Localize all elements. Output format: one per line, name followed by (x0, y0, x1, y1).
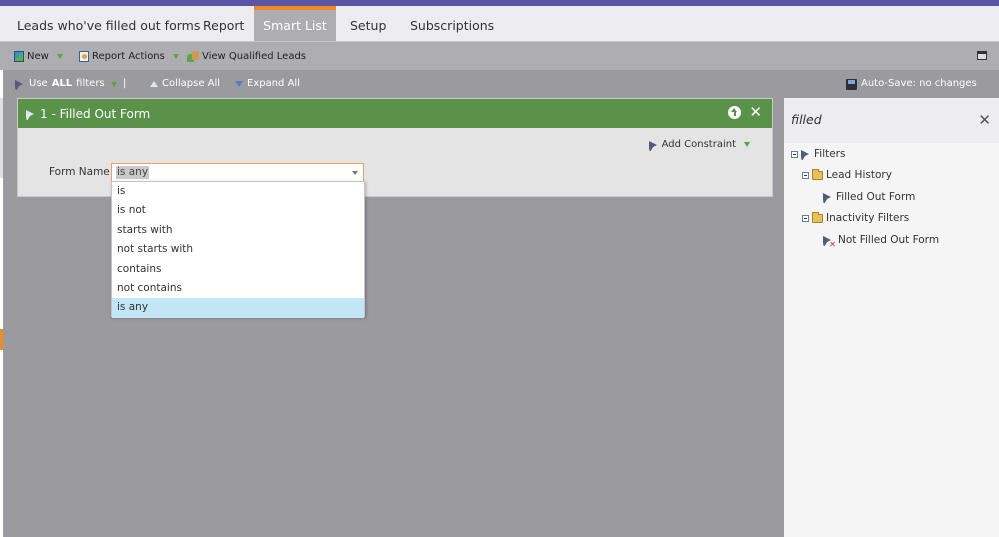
remove-filter-icon[interactable]: ✕ (749, 105, 762, 120)
tree-node-lead-history[interactable]: Lead History (802, 166, 892, 184)
filter-icon (801, 149, 811, 159)
tree-node-label: Not Filled Out Form (838, 234, 940, 246)
move-up-icon[interactable] (728, 106, 742, 119)
dropdown-option-not-contains[interactable]: not contains (112, 279, 364, 298)
collapse-icon (150, 81, 158, 87)
tab-setup[interactable]: Setup (350, 6, 386, 41)
collapse-toggle-icon[interactable] (802, 214, 809, 222)
folder-icon (812, 211, 823, 223)
tree-node-label: Filled Out Form (836, 191, 916, 203)
filter-icon (15, 79, 25, 89)
autosave-status: Auto-Save: no changes (846, 70, 977, 98)
add-constraint-label: Add Constraint (661, 139, 736, 150)
add-constraint-button[interactable]: Add Constraint (648, 139, 750, 150)
use-label: Use (29, 78, 48, 89)
form-name-operator-select[interactable]: is any (111, 163, 364, 182)
tree-node-filters[interactable]: Filters (791, 145, 845, 163)
filter-search-header: filled ✕ (784, 98, 999, 143)
use-all-value: ALL (51, 78, 73, 89)
new-button[interactable]: New (14, 42, 63, 71)
new-sheet-icon (14, 51, 24, 62)
expand-all-label: Expand All (247, 78, 300, 89)
filter-bar: Use ALL filters | Collapse All Expand Al… (3, 70, 999, 98)
tab-report[interactable]: Report (203, 6, 244, 41)
dropdown-option-is[interactable]: is (112, 182, 364, 201)
dropdown-option-not-starts-with[interactable]: not starts with (112, 240, 364, 259)
left-edge-panel (0, 98, 3, 178)
folder-icon (812, 168, 823, 180)
filter-icon (648, 140, 659, 150)
tree-node-filled-out-form[interactable]: Filled Out Form (823, 188, 915, 206)
filter-negated-icon (823, 235, 836, 249)
filters-label: filters (76, 78, 105, 89)
dropdown-arrow-icon (172, 54, 179, 59)
filter-icon (823, 192, 833, 202)
tree-node-not-filled-out-form[interactable]: Not Filled Out Form (823, 231, 939, 249)
report-actions-button[interactable]: Report Actions (79, 42, 179, 71)
left-accent-marker (0, 329, 3, 350)
new-label: New (27, 51, 49, 62)
toolbar: New Report Actions View Qualified Leads (0, 41, 999, 70)
people-icon (187, 51, 199, 62)
tab-subscriptions[interactable]: Subscriptions (410, 6, 494, 41)
report-actions-label: Report Actions (92, 51, 165, 62)
operator-dropdown-list: is is not starts with not starts with co… (111, 181, 365, 318)
form-name-label: Form Name: (49, 166, 114, 178)
filter-search-input[interactable]: filled (791, 112, 822, 127)
tree-node-inactivity-filters[interactable]: Inactivity Filters (802, 209, 909, 227)
tree-node-label: Filters (814, 148, 846, 160)
view-qualified-leads-button[interactable]: View Qualified Leads (187, 42, 306, 71)
tab-smart-list[interactable]: Smart List (254, 6, 336, 41)
tree-node-label: Inactivity Filters (826, 212, 910, 224)
filter-search-panel: filled ✕ Filters Lead History Filled Out… (784, 98, 999, 537)
filter-icon (26, 109, 36, 119)
filter-card-header[interactable]: 1 - Filled Out Form ✕ (18, 99, 772, 128)
dropdown-arrow-icon (56, 54, 63, 59)
collapse-all-label: Collapse All (162, 78, 221, 89)
separator: | (123, 78, 127, 89)
dropdown-option-starts-with[interactable]: starts with (112, 221, 364, 240)
dropdown-option-is-not[interactable]: is not (112, 201, 364, 220)
dropdown-arrow-icon (110, 81, 117, 87)
collapse-toggle-icon[interactable] (802, 171, 809, 179)
dropdown-arrow-icon (744, 142, 750, 147)
expand-icon (235, 81, 243, 87)
collapse-all-button[interactable]: Collapse All (150, 70, 220, 98)
chevron-down-icon (352, 171, 358, 175)
expand-all-button[interactable]: Expand All (235, 70, 300, 98)
autosave-label: Auto-Save: no changes (861, 78, 977, 89)
collapse-toggle-icon[interactable] (791, 150, 798, 158)
view-qualified-leads-label: View Qualified Leads (202, 51, 307, 62)
use-all-filters-dropdown[interactable]: Use ALL filters (15, 70, 117, 98)
tab-program-name[interactable]: Leads who've filled out forms (17, 6, 200, 41)
dropdown-option-contains[interactable]: contains (112, 260, 364, 279)
window-icon[interactable] (977, 51, 987, 60)
tree-node-label: Lead History (826, 169, 892, 181)
close-icon[interactable]: ✕ (978, 111, 991, 129)
report-icon (79, 51, 89, 62)
save-disk-icon (846, 78, 857, 90)
filter-card-title: 1 - Filled Out Form (40, 106, 151, 121)
tab-bar: Leads who've filled out forms Report Sma… (0, 6, 999, 41)
operator-value: is any (116, 166, 150, 179)
dropdown-option-is-any[interactable]: is any (112, 298, 364, 318)
